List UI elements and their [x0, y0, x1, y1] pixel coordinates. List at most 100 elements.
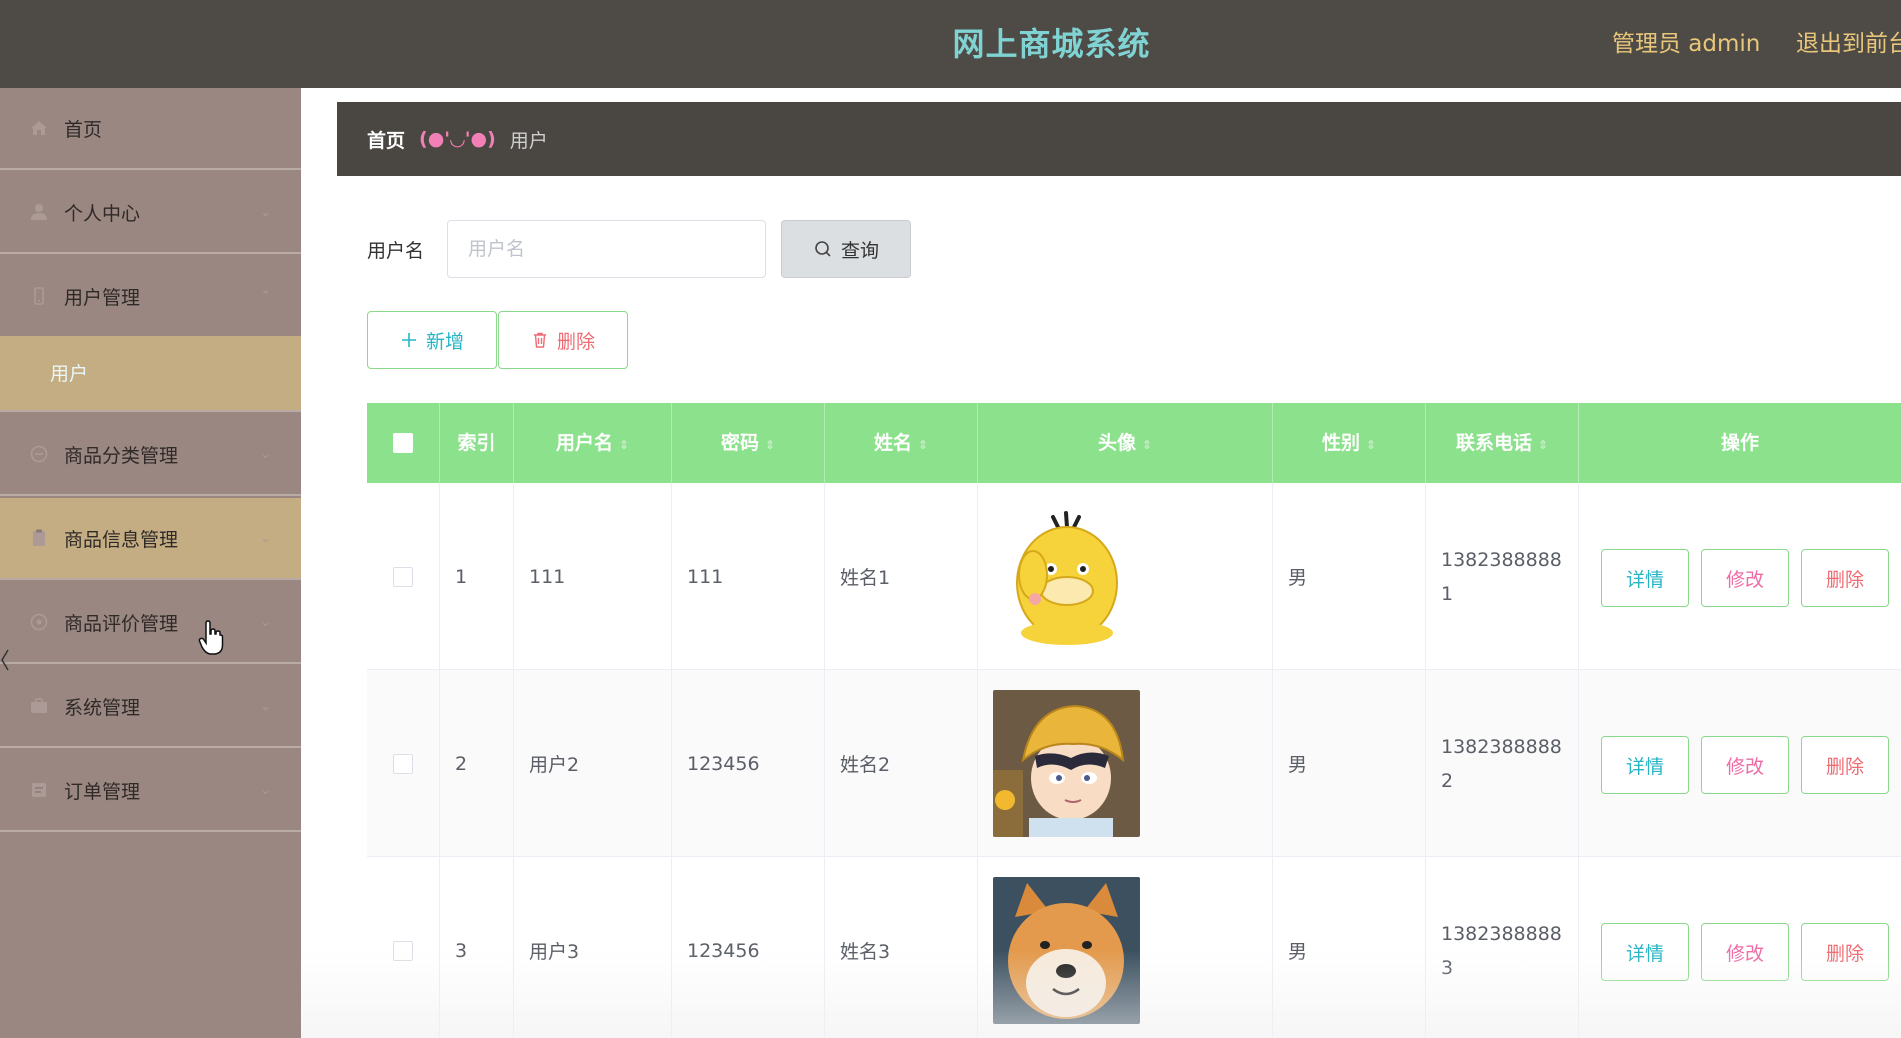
- admin-label: 管理员 admin: [1612, 31, 1761, 57]
- column-avatar[interactable]: 头像 ⇕: [978, 403, 1273, 483]
- main-content: 首页 (●'◡'●) 用户 用户名 查询 新增 删除: [301, 88, 1901, 1038]
- chevron-down-icon: ⌄: [260, 782, 271, 798]
- username-search-input[interactable]: [447, 220, 766, 278]
- breadcrumb-current: 用户: [509, 129, 548, 152]
- chevron-up-icon: ⌃: [260, 288, 271, 304]
- chevron-down-icon: ⌄: [260, 446, 271, 462]
- cell-username: 用户2: [514, 670, 672, 857]
- cell-actions: 详情 修改 删除: [1579, 857, 1901, 1038]
- cell-gender: 男: [1273, 670, 1426, 857]
- batch-delete-button[interactable]: 删除: [498, 311, 628, 369]
- sidebar-item-review-management[interactable]: 商品评价管理 ⌄: [0, 582, 301, 664]
- sidebar-item-label: 订单管理: [64, 780, 141, 803]
- sort-icon[interactable]: ⇕: [1366, 438, 1376, 452]
- cell-actions: 详情 修改 删除: [1579, 670, 1901, 857]
- select-all-checkbox[interactable]: [393, 433, 413, 453]
- delete-button[interactable]: 删除: [1801, 923, 1889, 981]
- cell-actions: 详情 修改 删除: [1579, 483, 1901, 670]
- sort-icon[interactable]: ⇕: [918, 438, 928, 452]
- sidebar-item-label: 商品分类管理: [64, 444, 179, 467]
- sort-icon[interactable]: ⇕: [765, 438, 775, 452]
- sidebar-item-label: 系统管理: [64, 696, 141, 719]
- search-button-label: 查询: [840, 239, 879, 262]
- edit-button[interactable]: 修改: [1701, 923, 1789, 981]
- cell-password: 123456: [672, 857, 825, 1038]
- chevron-down-icon: ⌄: [260, 614, 271, 630]
- column-index: 索引: [440, 403, 514, 483]
- comment-icon: [28, 611, 50, 633]
- search-label: 用户名: [367, 239, 425, 262]
- collapse-arrow-icon[interactable]: [0, 648, 10, 672]
- edit-button[interactable]: 修改: [1701, 736, 1789, 794]
- sort-icon[interactable]: ⇕: [619, 438, 629, 452]
- delete-button[interactable]: 删除: [1801, 736, 1889, 794]
- cell-gender: 男: [1273, 857, 1426, 1038]
- cell-phone: 13823888883: [1426, 857, 1579, 1038]
- batch-delete-label: 删除: [556, 330, 595, 353]
- breadcrumb-home[interactable]: 首页: [367, 126, 405, 153]
- column-name[interactable]: 姓名 ⇕: [825, 403, 978, 483]
- table-header: 索引 用户名 ⇕ 密码 ⇕ 姓名 ⇕ 头像 ⇕ 性别 ⇕ 联系电话 ⇕ 操作: [367, 403, 1901, 483]
- settings-icon: [28, 695, 50, 717]
- search-icon: [815, 241, 831, 257]
- logout-link[interactable]: 退出到前台: [1796, 0, 1901, 88]
- edit-button[interactable]: 修改: [1701, 549, 1789, 607]
- delete-button[interactable]: 删除: [1801, 549, 1889, 607]
- sidebar-item-system-management[interactable]: 系统管理 ⌄: [0, 666, 301, 748]
- chevron-down-icon: ⌄: [260, 698, 271, 714]
- breadcrumb-separator: (●'◡'●): [419, 128, 496, 150]
- add-button-label: 新增: [425, 330, 464, 353]
- sidebar-item-user-management[interactable]: 用户管理 ⌃: [0, 256, 301, 338]
- column-actions: 操作: [1720, 432, 1759, 454]
- cell-username: 用户3: [514, 857, 672, 1038]
- phone-icon: [28, 285, 50, 307]
- sidebar-item-category-management[interactable]: 商品分类管理 ⌄: [0, 414, 301, 496]
- column-password[interactable]: 密码 ⇕: [672, 403, 825, 483]
- cell-index: 1: [440, 483, 514, 670]
- row-checkbox[interactable]: [393, 940, 413, 961]
- column-gender[interactable]: 性别 ⇕: [1273, 403, 1426, 483]
- cell-avatar: [978, 670, 1273, 857]
- cell-password: 123456: [672, 670, 825, 857]
- search-button[interactable]: 查询: [781, 220, 911, 278]
- sidebar-item-order-management[interactable]: 订单管理 ⌄: [0, 750, 301, 832]
- sidebar: 首页 个人中心 ⌄ 用户管理 ⌃ 用户 商品分类管理 ⌄ 商品信息管理 ⌄ 商品…: [0, 88, 301, 1038]
- cell-gender: 男: [1273, 483, 1426, 670]
- cell-name: 姓名3: [825, 857, 978, 1038]
- cell-name: 姓名1: [825, 483, 978, 670]
- home-icon: [28, 117, 50, 139]
- cell-name: 姓名2: [825, 670, 978, 857]
- table-row: 3 用户3 123456 姓名3 男 13823888883 详情 修改 删除: [367, 857, 1901, 1038]
- user-icon: [28, 201, 50, 223]
- sidebar-subitem-user[interactable]: 用户: [0, 336, 301, 412]
- add-button[interactable]: 新增: [367, 311, 497, 369]
- detail-button[interactable]: 详情: [1601, 549, 1689, 607]
- detail-button[interactable]: 详情: [1601, 923, 1689, 981]
- cell-password: 111: [672, 483, 825, 670]
- cell-phone: 13823888882: [1426, 670, 1579, 857]
- sidebar-item-product-info[interactable]: 商品信息管理 ⌄: [0, 498, 301, 580]
- sidebar-item-personal-center[interactable]: 个人中心 ⌄: [0, 172, 301, 254]
- detail-button[interactable]: 详情: [1601, 736, 1689, 794]
- sidebar-item-home[interactable]: 首页: [0, 88, 301, 170]
- select-all-column: [367, 403, 440, 483]
- cell-avatar: [978, 857, 1273, 1038]
- sort-icon[interactable]: ⇕: [1142, 438, 1152, 452]
- chevron-down-icon: ⌄: [260, 530, 271, 546]
- sidebar-item-label: 商品信息管理: [64, 528, 179, 551]
- column-phone[interactable]: 联系电话 ⇕: [1426, 403, 1579, 483]
- row-checkbox[interactable]: [393, 753, 413, 774]
- category-icon: [28, 443, 50, 465]
- sidebar-item-label: 首页: [64, 118, 103, 141]
- cell-phone: 13823888881: [1426, 483, 1579, 670]
- column-username[interactable]: 用户名 ⇕: [514, 403, 672, 483]
- breadcrumb: 首页 (●'◡'●) 用户: [337, 102, 1901, 176]
- sort-icon[interactable]: ⇕: [1538, 438, 1548, 452]
- shiba-dog-avatar: [993, 877, 1140, 1024]
- row-checkbox[interactable]: [393, 566, 413, 587]
- cartoon-boy-avatar: [993, 690, 1140, 837]
- hand-cursor-icon: [198, 620, 224, 655]
- order-icon: [28, 779, 50, 801]
- trash-icon: [531, 331, 549, 349]
- sidebar-item-label: 用户管理: [64, 286, 141, 309]
